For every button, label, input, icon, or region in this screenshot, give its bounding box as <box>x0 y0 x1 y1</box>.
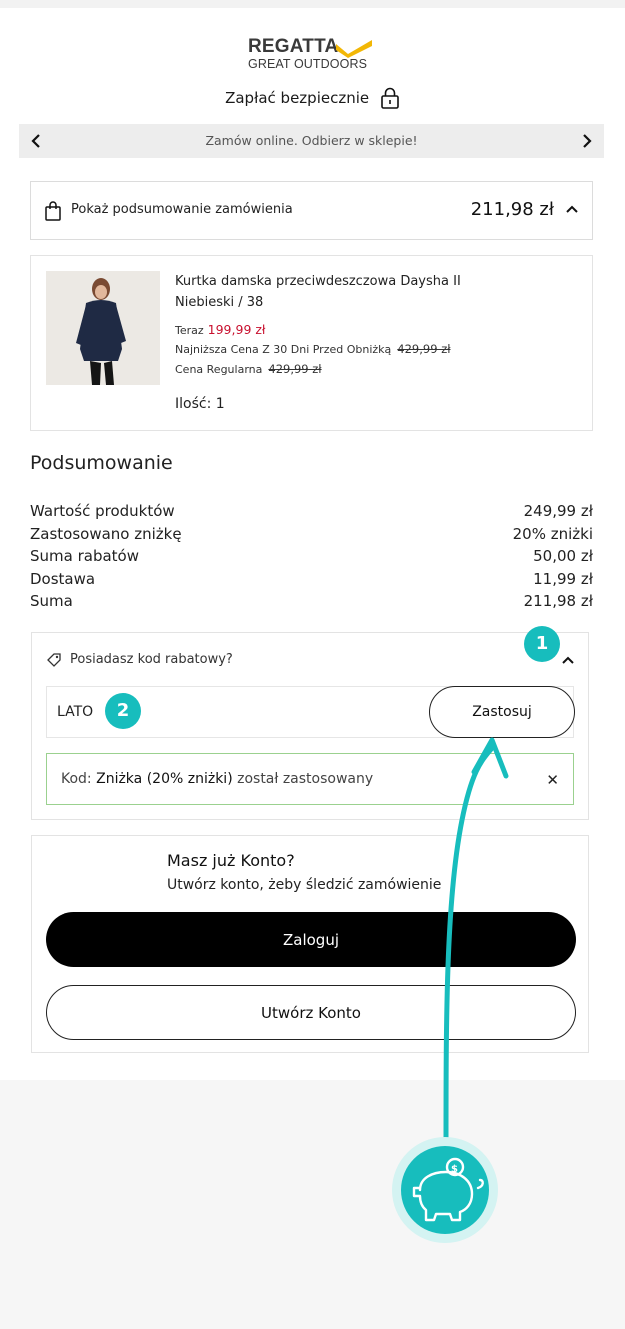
account-heading: Masz już Konto? <box>167 851 295 870</box>
summary-row: Zastosowano zniżkę 20% zniżki <box>30 525 593 548</box>
logo-wordmark: REGATTA <box>248 36 339 57</box>
svg-text:$: $ <box>451 1164 458 1175</box>
chevron-up-icon[interactable] <box>562 655 574 665</box>
create-account-button[interactable]: Utwórz Konto <box>46 985 576 1040</box>
price-regular-label: Cena Regularna <box>175 363 263 376</box>
account-subheading: Utwórz konto, żeby śledzić zamówienie <box>167 877 442 893</box>
discount-toggle-label[interactable]: Posiadasz kod rabatowy? <box>70 652 233 667</box>
order-total: 211,98 zł <box>470 199 554 220</box>
price-now-row: Teraz 199,99 zł <box>175 322 265 337</box>
product-name[interactable]: Kurtka damska przeciwdeszczowa Daysha II… <box>175 271 555 313</box>
product-variant: Niebieski / 38 <box>175 295 264 310</box>
logo-mark-icon <box>336 40 372 58</box>
applied-code: Zniżka (20% zniżki) <box>96 771 233 787</box>
summary-row-label: Suma rabatów <box>30 547 139 566</box>
summary-row-label: Suma <box>30 592 73 611</box>
chevron-right-icon <box>583 134 592 148</box>
summary-row-value: 211,98 zł <box>523 592 593 611</box>
product-card: Kurtka damska przeciwdeszczowa Daysha II… <box>30 255 593 431</box>
top-strip <box>0 0 625 8</box>
brand-logo[interactable]: REGATTA GREAT OUTDOORS <box>248 36 378 74</box>
piggy-bank-icon <box>412 1157 484 1222</box>
account-panel: Masz już Konto? Utwórz konto, żeby śledz… <box>31 835 589 1053</box>
price-now-label: Teraz <box>175 324 204 337</box>
checkout-page: REGATTA GREAT OUTDOORS Zapłać bezpieczni… <box>0 0 625 1080</box>
summary-row-value: 11,99 zł <box>533 569 593 588</box>
summary-row-label: Dostawa <box>30 569 96 588</box>
order-summary-toggle[interactable]: Pokaż podsumowanie zamówienia 211,98 zł <box>30 181 593 240</box>
product-quantity: Ilość: 1 <box>175 396 225 412</box>
annotation-badge-1: 1 <box>524 626 560 662</box>
summary-row: Dostawa 11,99 zł <box>30 570 593 593</box>
logo-tagline: GREAT OUTDOORS <box>248 57 368 71</box>
summary-row: Suma rabatów 50,00 zł <box>30 547 593 570</box>
discount-code-value: LATO <box>57 704 94 720</box>
close-icon[interactable]: ✕ <box>546 771 559 789</box>
apply-discount-button[interactable]: Zastosuj <box>429 686 575 738</box>
banner-next-button[interactable] <box>576 130 598 152</box>
summary-table: Wartość produktów 249,99 zł Zastosowano z… <box>30 502 593 615</box>
jacket-photo <box>46 271 160 385</box>
discount-applied-text: Kod: Zniżka (20% zniżki) został zastosow… <box>61 771 373 787</box>
secure-payment-label: Zapłać bezpiecznie <box>225 89 370 107</box>
price-now: 199,99 zł <box>207 322 266 337</box>
summary-row-label: Wartość produktów <box>30 502 175 520</box>
banner-text: Zamów online. Odbierz w sklepie! <box>205 133 418 148</box>
promo-banner: Zamów online. Odbierz w sklepie! <box>19 124 604 158</box>
order-summary-toggle-label: Pokaż podsumowanie zamówienia <box>71 202 293 217</box>
shopping-bag-icon <box>45 201 61 221</box>
secure-payment-header: Zapłać bezpiecznie <box>0 87 625 109</box>
summary-row-value: 249,99 zł <box>523 502 593 520</box>
summary-title: Podsumowanie <box>30 452 173 474</box>
summary-row-value: 20% zniżki <box>512 524 593 543</box>
applied-prefix: Kod: <box>61 771 92 787</box>
chevron-up-icon <box>566 205 578 213</box>
lock-icon <box>381 87 399 109</box>
product-title: Kurtka damska przeciwdeszczowa Daysha II <box>175 274 461 289</box>
price-regular: 429,99 zł <box>268 362 322 376</box>
price-lowest-row: Najniższa Cena Z 30 Dni Przed Obniżką 429… <box>175 342 451 356</box>
applied-suffix: został zastosowany <box>237 771 374 787</box>
discount-applied-message: Kod: Zniżka (20% zniżki) został zastosow… <box>46 753 574 805</box>
price-regular-row: Cena Regularna 429,99 zł <box>175 362 322 376</box>
summary-row-value: 50,00 zł <box>533 547 593 566</box>
annotation-badge-2: 2 <box>105 693 141 729</box>
summary-row-label: Zastosowano zniżkę <box>30 524 182 543</box>
price-lowest: 429,99 zł <box>397 342 451 356</box>
price-lowest-label: Najniższa Cena Z 30 Dni Przed Obniżką <box>175 343 392 356</box>
product-image[interactable] <box>46 271 160 385</box>
summary-row: Wartość produktów 249,99 zł <box>30 502 593 525</box>
login-button[interactable]: Zaloguj <box>46 912 576 967</box>
summary-row: Suma 211,98 zł <box>30 592 593 615</box>
tag-icon <box>47 653 61 667</box>
